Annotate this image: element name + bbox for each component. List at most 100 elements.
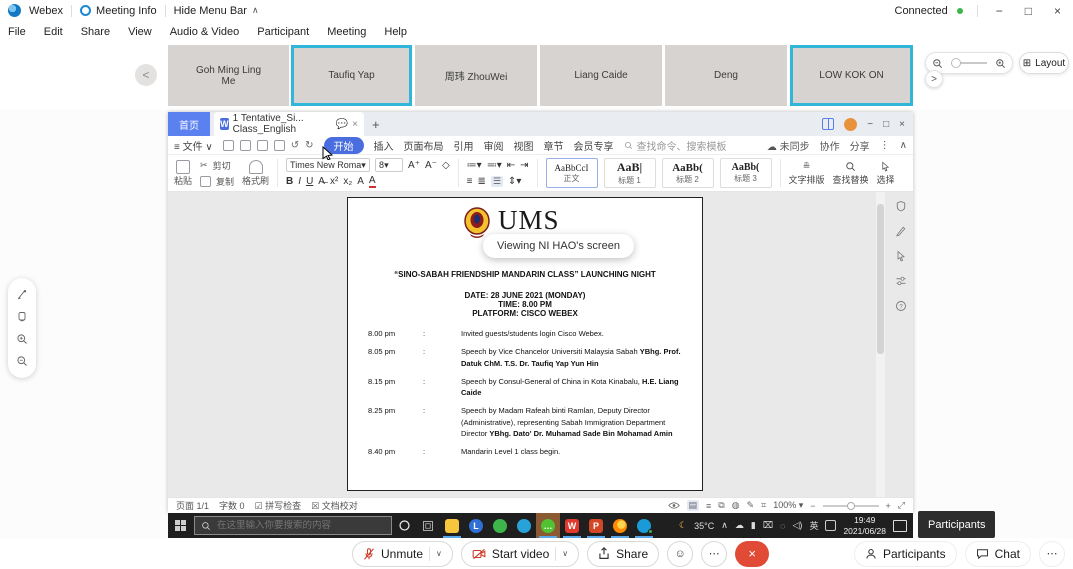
cortana-button[interactable] (392, 513, 416, 538)
cut-button[interactable]: ✂ 剪切 (200, 157, 234, 173)
start-button[interactable] (168, 513, 194, 538)
wifi-icon[interactable]: ◌ (780, 521, 785, 531)
bullet-list-icon[interactable]: ≔▾ (467, 160, 482, 171)
video-tile[interactable]: LOW KOK ON (790, 45, 913, 106)
wps-home-tab[interactable]: 首页 (168, 112, 210, 136)
highlight-color-button[interactable]: A (357, 176, 364, 187)
eye-protect-icon[interactable] (668, 501, 680, 510)
word-count[interactable]: 字数 0 (219, 499, 245, 512)
video-tile[interactable]: Liang Caide (540, 45, 662, 106)
collaborate-button[interactable]: 协作 (820, 138, 840, 153)
fullscreen-icon[interactable]: ⤢ (898, 500, 905, 511)
ink-view-icon[interactable]: ✎ (747, 500, 755, 511)
book-view-icon[interactable]: ⧉ (718, 500, 724, 511)
video-tile[interactable]: 周玮 ZhouWei (415, 45, 537, 106)
next-videos-button[interactable]: > (925, 70, 943, 88)
new-tab-button[interactable]: + (372, 117, 380, 132)
font-size-select[interactable]: 8 ▾ (375, 158, 403, 172)
decrease-indent-icon[interactable]: ⇤ (507, 160, 515, 171)
strikethrough-button[interactable]: A̶ (318, 176, 325, 187)
remote-control-icon[interactable] (16, 311, 28, 323)
decrease-font-icon[interactable]: A⁻ (425, 160, 437, 171)
taskbar-search-input[interactable] (217, 520, 377, 531)
menu-participant[interactable]: Participant (257, 26, 309, 38)
wps-ribbon-tab-review[interactable]: 审阅 (484, 138, 504, 153)
help-icon[interactable]: ? (895, 300, 907, 312)
zoom-out-icon[interactable] (932, 58, 943, 69)
scrollbar-thumb[interactable] (877, 204, 884, 354)
zoom-out-button[interactable]: − (810, 501, 815, 511)
chat-panel-button[interactable]: Chat (965, 541, 1031, 567)
copy-button[interactable]: 复制 (200, 173, 234, 189)
line-spacing-icon[interactable]: ⇕▾ (508, 176, 521, 187)
close-button[interactable]: × (1050, 4, 1065, 18)
increase-font-icon[interactable]: A⁺ (408, 160, 420, 171)
menu-audio-video[interactable]: Audio & Video (170, 26, 240, 38)
wps-ribbon-tab-member[interactable]: 会员专享 (574, 138, 614, 153)
wps-app-icon[interactable]: W (560, 513, 584, 538)
cloud-icon[interactable]: ☁ (735, 520, 744, 531)
file-explorer-icon[interactable] (440, 513, 464, 538)
more-options-button[interactable]: ⋯ (701, 541, 727, 567)
align-left-icon[interactable]: ≡ (467, 176, 473, 187)
print-icon[interactable] (257, 140, 268, 151)
increase-indent-icon[interactable]: ⇥ (520, 160, 528, 171)
language-indicator[interactable]: 英 (809, 519, 818, 532)
wps-ribbon-tab-references[interactable]: 引用 (454, 138, 474, 153)
wps-command-search[interactable]: 查找命令、搜索模板 (624, 138, 727, 153)
wps-document-tab[interactable]: W 1 Tentative_Si... Class_English 💬 × (214, 112, 364, 136)
page-view-icon[interactable]: ▤ (687, 500, 700, 511)
annotate-icon[interactable] (16, 289, 28, 301)
wps-ribbon-tab-insert[interactable]: 插入 (374, 138, 394, 153)
menu-edit[interactable]: Edit (44, 26, 63, 38)
share-button[interactable]: Share (587, 541, 659, 567)
zoom-in-icon[interactable] (995, 58, 1006, 69)
select-cursor-icon[interactable] (895, 250, 907, 262)
zoom-slider[interactable] (823, 505, 879, 507)
wps-ribbon-tab-section[interactable]: 章节 (544, 138, 564, 153)
fit-page-icon[interactable]: ⌗ (761, 500, 766, 511)
wechat-icon[interactable]: … (536, 513, 560, 538)
zoom-in-icon[interactable] (16, 333, 28, 345)
more-panels-button[interactable]: ⋯ (1039, 541, 1065, 567)
hide-menu-bar-button[interactable]: Hide Menu Bar ∧ (174, 5, 259, 17)
document-scrollbar[interactable] (876, 192, 885, 497)
paste-button[interactable]: 粘贴 (174, 157, 192, 189)
weather-temp[interactable]: 35°C (694, 521, 714, 531)
task-view-button[interactable] (416, 513, 440, 538)
taskbar-clock[interactable]: 19:49 2021/06/28 (843, 515, 886, 535)
action-center-icon[interactable] (893, 520, 907, 532)
meeting-info-button[interactable]: Meeting Info (80, 5, 157, 17)
participants-panel-button[interactable]: Participants (854, 541, 957, 567)
firefox-icon[interactable] (608, 513, 632, 538)
menu-help[interactable]: Help (384, 26, 407, 38)
italic-button[interactable]: I (298, 176, 301, 187)
wps-restore-button[interactable]: □ (883, 119, 889, 130)
print-preview-icon[interactable] (274, 140, 285, 151)
hidden-icons-chevron[interactable]: ∧ (721, 520, 728, 531)
bold-button[interactable]: B (286, 176, 293, 187)
redo-icon[interactable]: ↻ (305, 140, 313, 151)
workspace-icon[interactable] (822, 118, 834, 130)
share-doc-button[interactable]: 分享 (850, 138, 870, 153)
select-button[interactable]: 选择 (877, 157, 895, 189)
video-tile[interactable]: Goh Ming Ling Me (168, 45, 289, 106)
zoom-in-button[interactable]: + (886, 501, 891, 511)
video-zoom-slider[interactable] (951, 62, 987, 64)
minimize-button[interactable]: − (992, 4, 1007, 18)
text-layout-button[interactable]: ≞ 文字排版 (789, 157, 825, 189)
style-normal[interactable]: AaBbCcI 正文 (546, 158, 598, 188)
spell-check-toggle[interactable]: ☑ 拼写检查 (255, 499, 302, 512)
wps-ribbon-tab-page-layout[interactable]: 页面布局 (404, 138, 444, 153)
font-family-select[interactable]: Times New Roma ▾ (286, 158, 370, 172)
style-heading3[interactable]: AaBb( 标题 3 (720, 158, 772, 188)
subscript-button[interactable]: x₂ (343, 176, 352, 187)
find-replace-button[interactable]: 查找替换 (833, 157, 869, 189)
taskbar-search[interactable] (194, 516, 392, 535)
save-icon[interactable] (240, 140, 251, 151)
menu-share[interactable]: Share (81, 26, 110, 38)
powerpoint-icon[interactable]: P (584, 513, 608, 538)
green-app-icon[interactable] (488, 513, 512, 538)
more-menu-icon[interactable]: ⋮ (880, 140, 890, 151)
account-avatar[interactable] (844, 118, 857, 131)
